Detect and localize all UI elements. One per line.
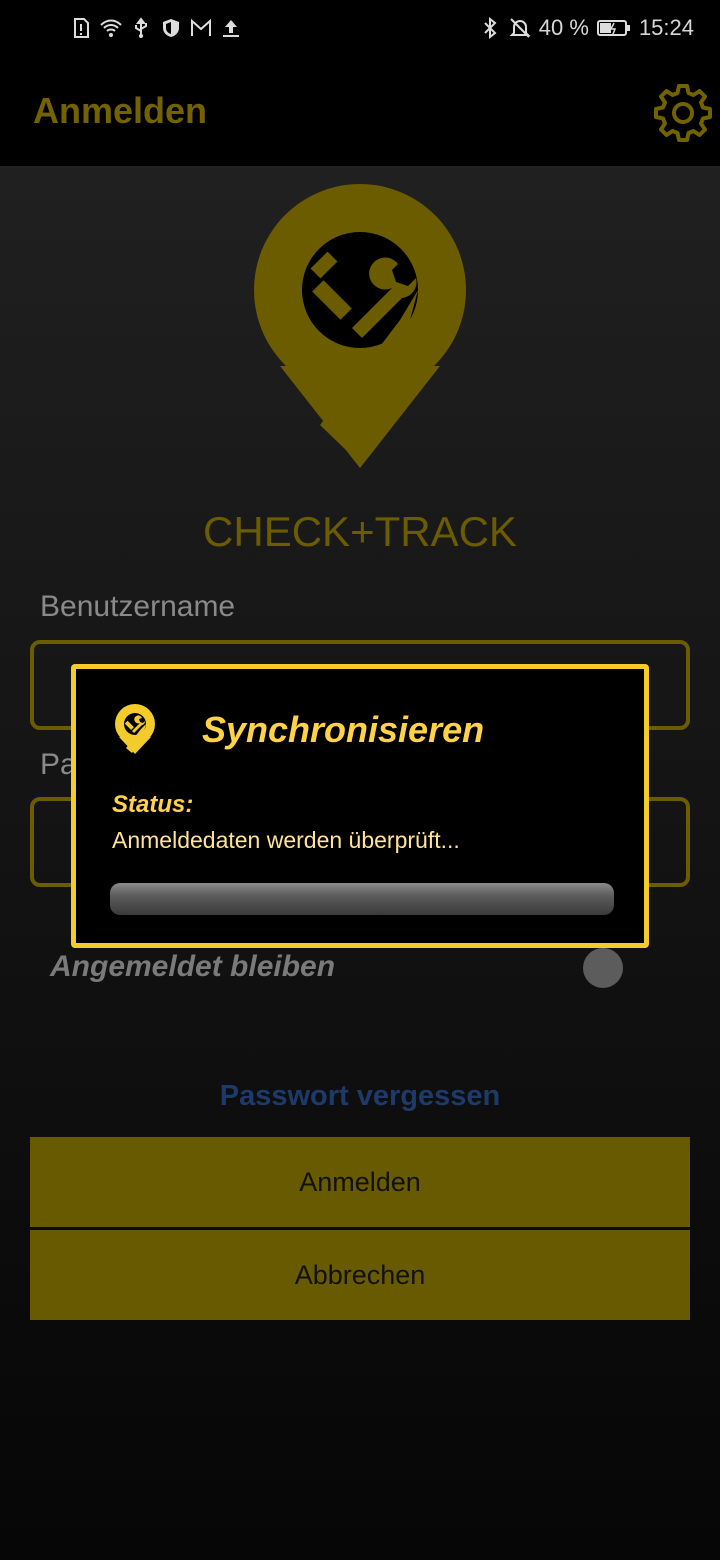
brand-name: CHECK+TRACK — [203, 508, 517, 555]
status-bar-right: 40 % 15:24 — [479, 14, 694, 42]
status-bar: 40 % 15:24 — [0, 0, 720, 56]
login-button[interactable]: Anmelden — [30, 1137, 690, 1227]
sync-progress-bar — [110, 883, 614, 915]
upload-icon — [220, 17, 242, 39]
status-label: Status: — [112, 791, 194, 818]
clock: 15:24 — [638, 15, 694, 40]
bluetooth-icon — [479, 17, 501, 39]
wifi-icon — [100, 17, 122, 39]
status-text: Anmeldedaten werden überprüft... — [112, 827, 460, 853]
username-label: Benutzername — [40, 590, 236, 623]
bell-off-icon — [509, 17, 531, 39]
page-title: Anmelden — [33, 90, 208, 131]
dialog-title: Synchronisieren — [202, 709, 485, 750]
app-logo-icon — [112, 703, 158, 755]
remember-me-toggle[interactable] — [583, 948, 623, 988]
battery-percent: 40 % — [538, 15, 589, 40]
sim-alert-icon — [70, 17, 92, 39]
cancel-button[interactable]: Abbrechen — [30, 1230, 690, 1320]
app-logo — [250, 180, 470, 472]
remember-me-label: Angemeldet bleiben — [50, 950, 336, 983]
forgot-password-link[interactable]: Passwort vergessen — [0, 1080, 720, 1113]
gear-icon[interactable] — [652, 82, 714, 144]
battery-icon — [596, 17, 631, 39]
mail-icon — [190, 17, 212, 39]
status-bar-left-icons — [70, 14, 242, 42]
sync-dialog: Synchronisieren Status: Anmeldedaten wer… — [71, 664, 649, 948]
app-bar: Anmelden — [0, 56, 720, 166]
usb-icon — [130, 17, 152, 39]
shield-icon — [160, 17, 182, 39]
